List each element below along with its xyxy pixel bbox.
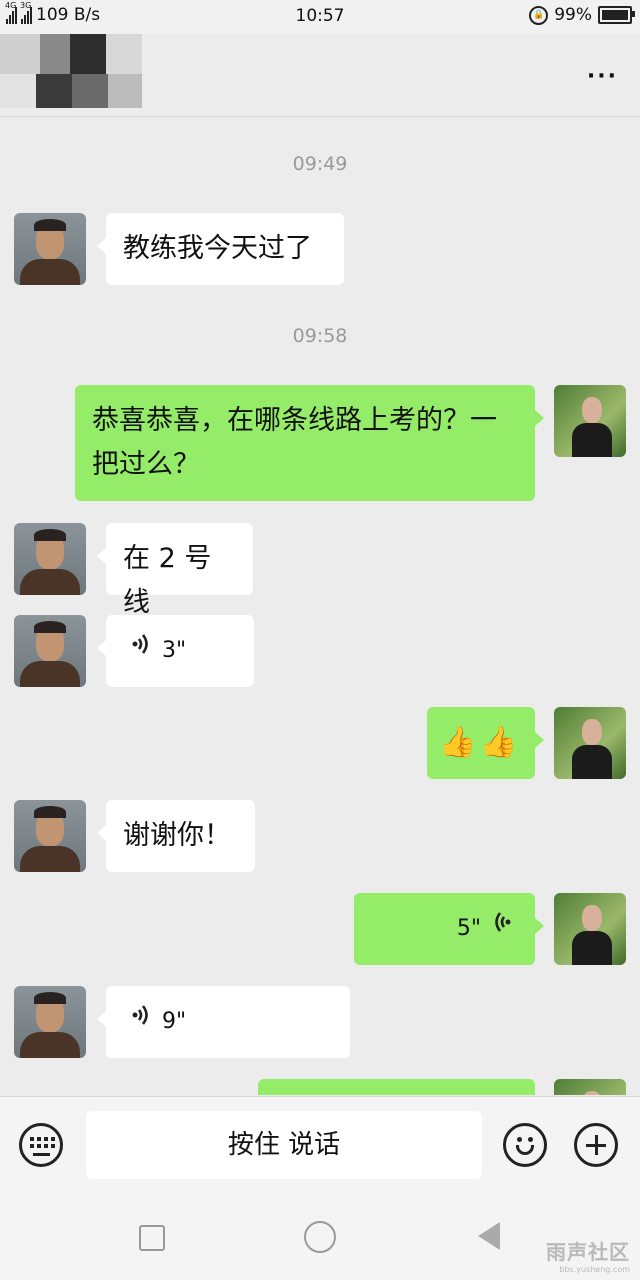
home-button[interactable] bbox=[304, 1221, 336, 1253]
my-avatar[interactable] bbox=[554, 1079, 626, 1095]
chat-message-list[interactable]: 09:49 教练我今天过了 09:58 恭喜恭喜，在哪条线路上考的？一 把过么？… bbox=[0, 117, 640, 1095]
voice-duration: 3" bbox=[162, 638, 187, 663]
message-bubble-incoming[interactable]: 教练我今天过了 bbox=[97, 213, 344, 285]
recent-apps-button[interactable] bbox=[139, 1225, 165, 1251]
rotation-lock-icon: 🔒 bbox=[529, 5, 549, 25]
battery-icon bbox=[598, 6, 635, 24]
message-text-line: 恭喜恭喜，在哪条线路上考的？一 bbox=[92, 405, 497, 436]
watermark-subtitle: bbs.yusheng.com bbox=[559, 1265, 630, 1274]
voice-wave-icon bbox=[132, 629, 152, 673]
contact-avatar[interactable] bbox=[14, 800, 86, 872]
message-bubble-outgoing-partial[interactable] bbox=[258, 1079, 535, 1095]
my-avatar[interactable] bbox=[554, 707, 626, 779]
system-navigation-bar: 雨声社区 bbs.yusheng.com bbox=[0, 1196, 640, 1280]
voice-message-outgoing[interactable]: 5" bbox=[354, 893, 544, 965]
message-text: 在 2 号线 bbox=[123, 543, 212, 618]
voice-wave-icon bbox=[491, 907, 511, 951]
message-bubble-outgoing[interactable]: 恭喜恭喜，在哪条线路上考的？一 把过么？ bbox=[75, 385, 544, 501]
my-avatar[interactable] bbox=[554, 385, 626, 457]
thumbs-up-icon: 👍👍 bbox=[439, 725, 522, 760]
input-bar: 按住 说话 bbox=[0, 1096, 640, 1197]
chat-header: ··· bbox=[0, 34, 640, 117]
hold-to-talk-button[interactable]: 按住 说话 bbox=[86, 1111, 482, 1179]
battery-percent: 99% bbox=[554, 5, 592, 25]
contact-avatar[interactable] bbox=[14, 615, 86, 687]
voice-duration: 5" bbox=[456, 916, 481, 941]
voice-message-incoming[interactable]: 3" bbox=[97, 615, 254, 687]
emoji-button[interactable] bbox=[503, 1123, 547, 1167]
more-functions-button[interactable] bbox=[574, 1123, 618, 1167]
message-text-line: 把过么？ bbox=[92, 449, 200, 480]
contact-avatar[interactable] bbox=[14, 523, 86, 595]
timestamp: 09:49 bbox=[292, 153, 348, 175]
message-text: 谢谢你！ bbox=[123, 820, 231, 851]
voice-message-incoming[interactable]: 9" bbox=[97, 986, 350, 1058]
back-button[interactable] bbox=[478, 1222, 500, 1250]
keyboard-icon bbox=[30, 1137, 55, 1148]
status-right: 🔒 99% bbox=[529, 5, 635, 25]
watermark: 雨声社区 bbs.yusheng.com bbox=[546, 1236, 630, 1274]
watermark-title: 雨声社区 bbox=[546, 1240, 630, 1264]
more-options-button[interactable]: ··· bbox=[587, 64, 618, 89]
voice-wave-icon bbox=[132, 1000, 152, 1044]
contact-avatar[interactable] bbox=[14, 986, 86, 1058]
timestamp: 09:58 bbox=[292, 325, 348, 347]
voice-duration: 9" bbox=[162, 1009, 187, 1034]
message-bubble-incoming[interactable]: 在 2 号线 bbox=[97, 523, 253, 618]
smile-icon bbox=[517, 1137, 522, 1142]
message-text: 教练我今天过了 bbox=[123, 233, 312, 264]
contact-avatar[interactable] bbox=[14, 213, 86, 285]
emoji-message-outgoing[interactable]: 👍👍 bbox=[427, 707, 544, 779]
my-avatar[interactable] bbox=[554, 893, 626, 965]
contact-name-redacted bbox=[0, 34, 142, 108]
status-bar: 4G 3G 109 B/s 10:57 🔒 99% bbox=[0, 0, 640, 34]
message-bubble-incoming[interactable]: 谢谢你！ bbox=[97, 800, 255, 872]
keyboard-toggle-button[interactable] bbox=[19, 1123, 63, 1167]
